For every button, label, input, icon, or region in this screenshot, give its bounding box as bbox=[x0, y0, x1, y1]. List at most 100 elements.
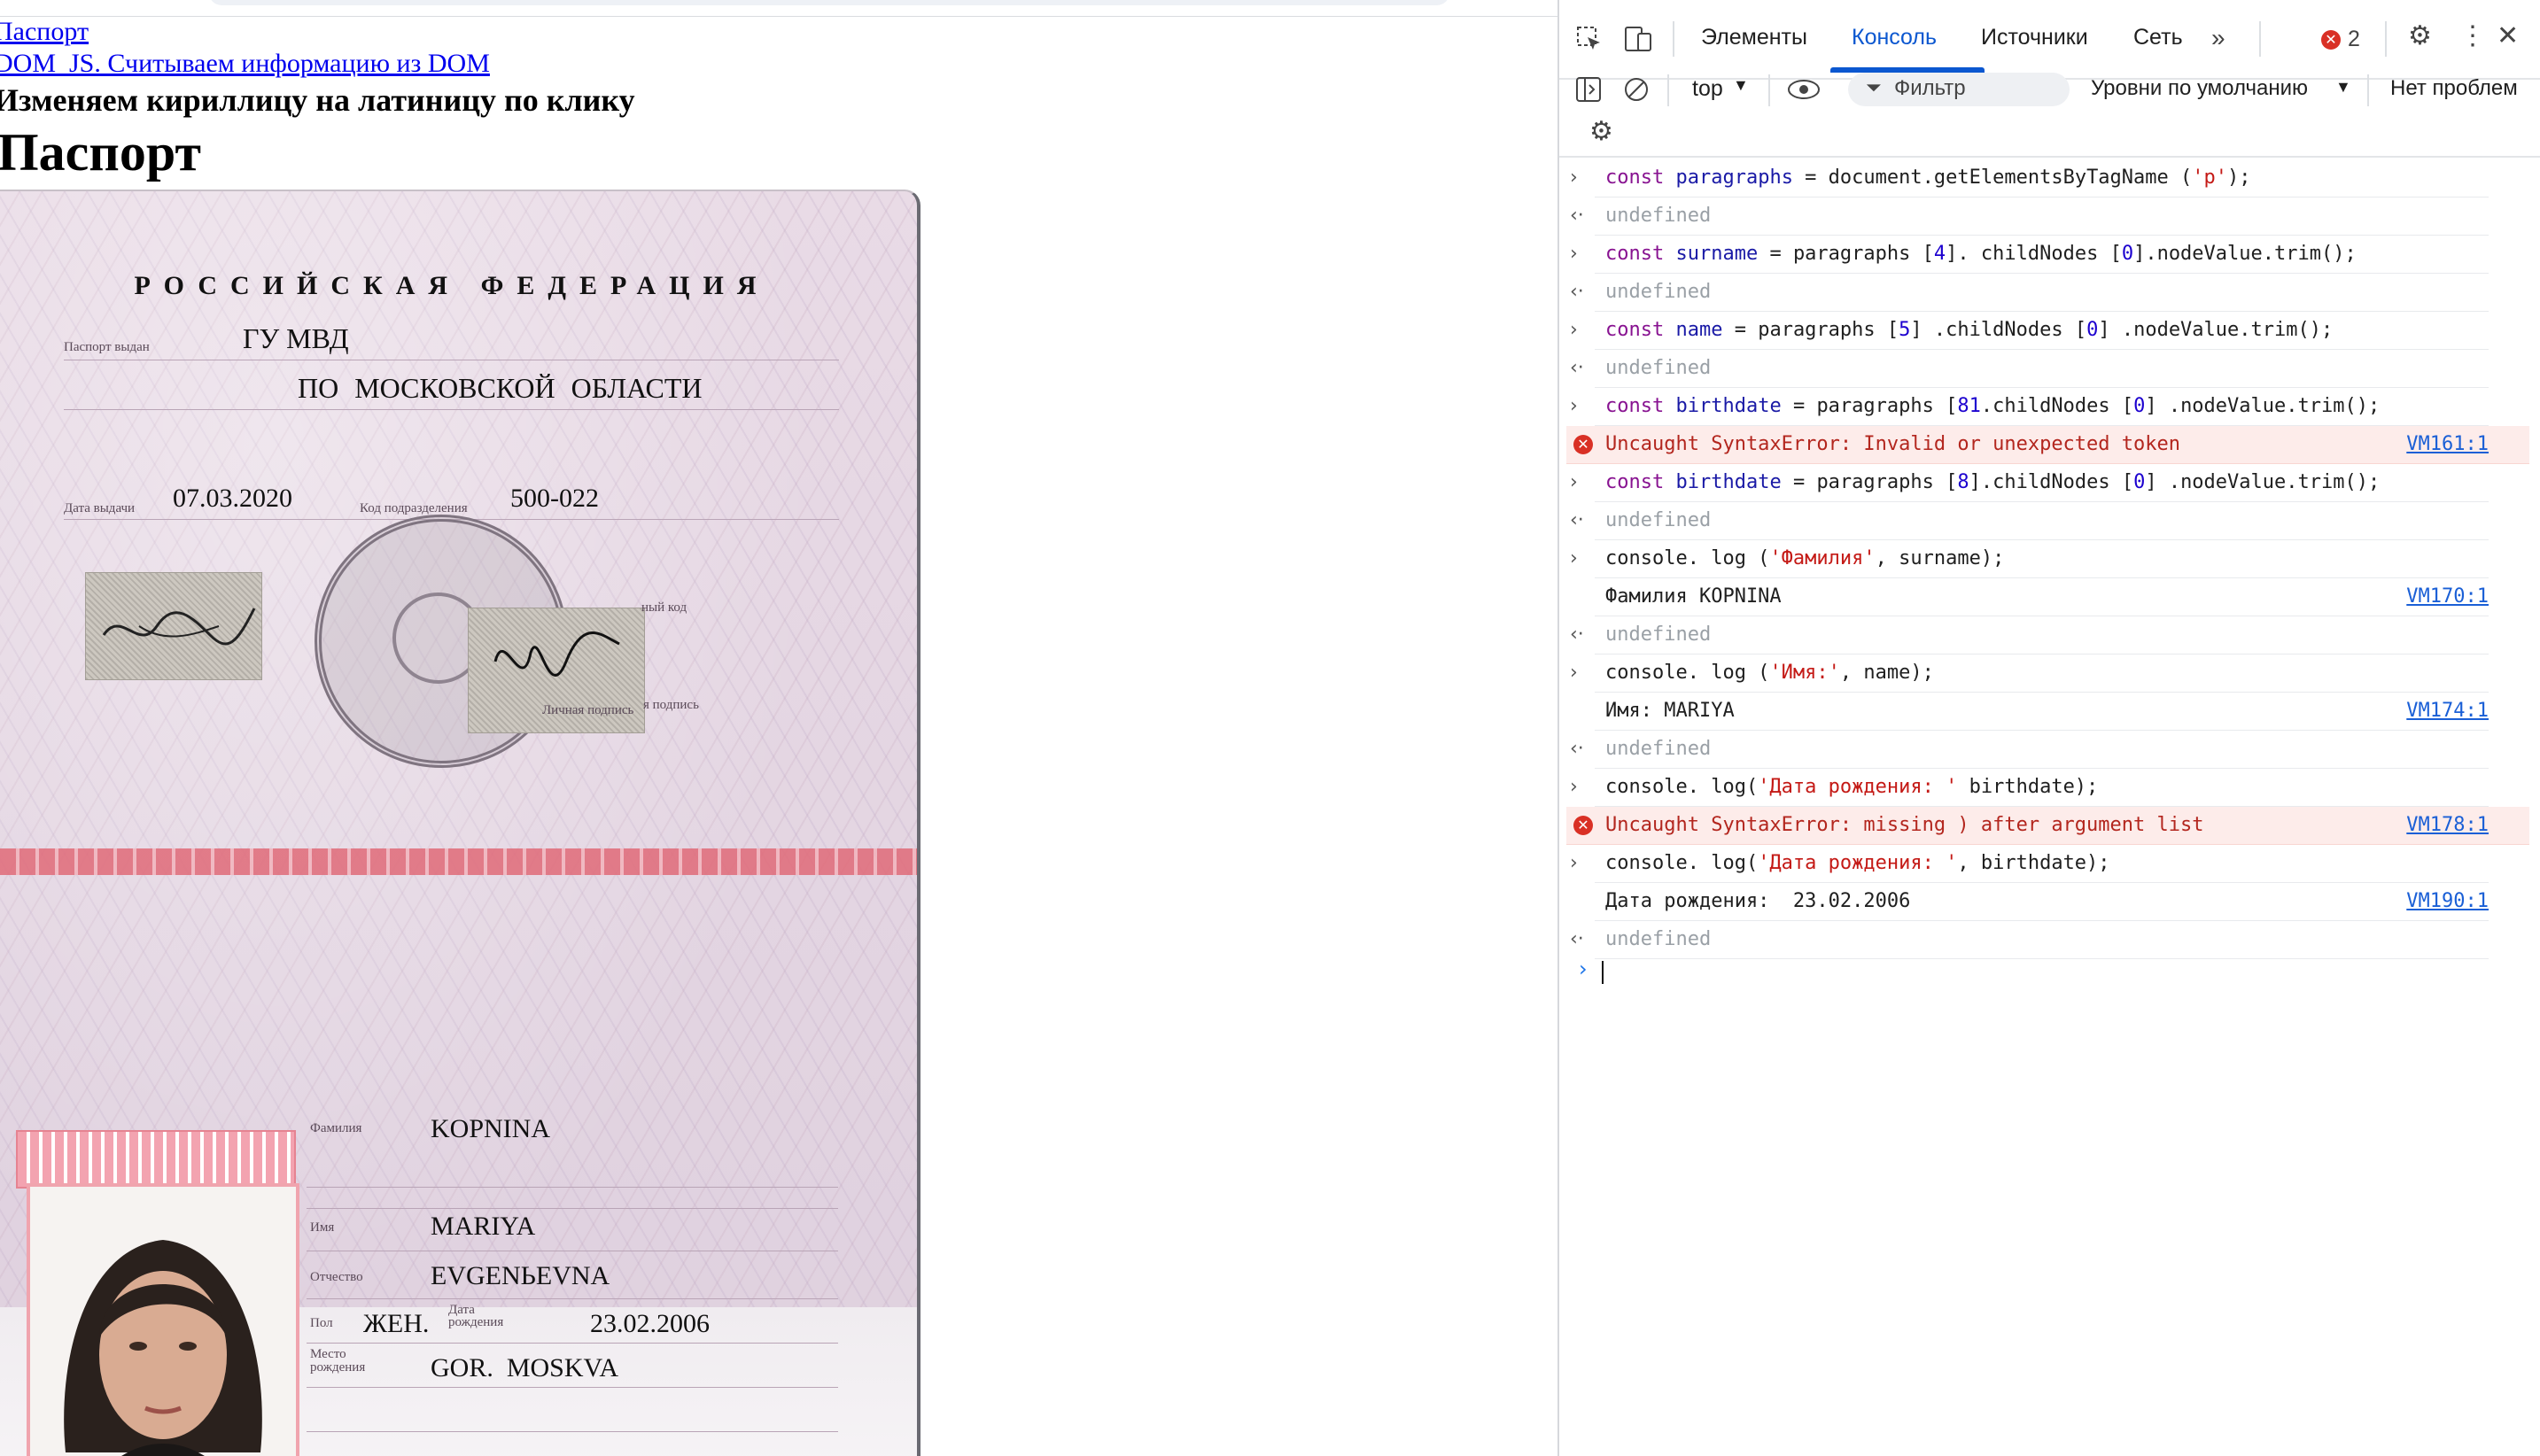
console-log-message: Дата рождения: 23.02.2006 bbox=[1605, 890, 1911, 912]
console-error-message: Uncaught SyntaxError: Invalid or unexpec… bbox=[1605, 433, 2181, 455]
birthplace-label: Место рождения bbox=[310, 1347, 366, 1375]
more-tabs-icon[interactable]: » bbox=[2211, 25, 2225, 51]
separator bbox=[2259, 21, 2261, 57]
console-output: › const paragraphs = document.getElements… bbox=[1559, 159, 2540, 959]
console-code: const paragraphs = document.getElementsB… bbox=[1605, 167, 2251, 189]
close-devtools-icon[interactable]: ✕ bbox=[2497, 23, 2519, 50]
link-passport[interactable]: Паспорт bbox=[0, 16, 1557, 48]
separator bbox=[2367, 74, 2369, 106]
console-error-row[interactable]: ✕ Uncaught SyntaxError: Invalid or unexpe… bbox=[1566, 426, 2529, 464]
console-code: console. log('Дата рождения: ', birthdat… bbox=[1605, 852, 2110, 874]
return-arrow-icon: ‹· bbox=[1570, 623, 1584, 646]
console-result: undefined bbox=[1605, 928, 1712, 950]
context-selector[interactable]: top bbox=[1692, 76, 1723, 102]
tab-console[interactable]: Консоль bbox=[1852, 25, 1937, 50]
console-input-row[interactable]: › const birthdate = paragraphs [8].childN… bbox=[1570, 464, 2489, 502]
chevron-down-icon[interactable]: ▼ bbox=[1733, 76, 1749, 95]
console-log-row: Фамилия KOPNINA VM170:1 bbox=[1595, 578, 2489, 616]
return-arrow-icon: ‹· bbox=[1570, 928, 1584, 950]
log-levels-dropdown[interactable]: Уровни по умолчанию bbox=[2091, 76, 2308, 101]
tab-network[interactable]: Сеть bbox=[2133, 25, 2183, 50]
toolbar-divider bbox=[1559, 156, 2540, 158]
passport-image: РОССИЙСКАЯ ФЕДЕРАЦИЯ Паспорт выдан ГУ МВ… bbox=[0, 190, 920, 1456]
error-icon[interactable]: ✕ bbox=[2321, 30, 2341, 50]
console-result: undefined bbox=[1605, 357, 1712, 379]
sex-label: Пол bbox=[310, 1316, 333, 1330]
console-log-message: Фамилия KOPNINA bbox=[1605, 585, 1782, 608]
chevron-right-icon: › bbox=[1570, 662, 1578, 684]
portrait-icon bbox=[30, 1187, 296, 1456]
tab-sources[interactable]: Источники bbox=[1981, 25, 2088, 50]
console-result-row: ‹· undefined bbox=[1570, 274, 2489, 312]
clear-console-icon[interactable] bbox=[1623, 76, 1651, 103]
kebab-menu-icon[interactable]: ⋮ bbox=[2459, 23, 2486, 50]
rule bbox=[307, 1343, 838, 1344]
birthdate-label: Дата рождения bbox=[448, 1303, 504, 1329]
console-code: const name = paragraphs [5] .childNodes … bbox=[1605, 319, 2334, 341]
source-link[interactable]: VM190:1 bbox=[2406, 890, 2489, 912]
chevron-right-icon: › bbox=[1570, 167, 1578, 189]
sidebar-toggle-icon[interactable] bbox=[1575, 76, 1604, 103]
link-dom-js[interactable]: DOM_JS. Считываем информацию из DOM bbox=[0, 48, 1557, 80]
name-value: MARIYA bbox=[431, 1212, 536, 1241]
chevron-right-icon: › bbox=[1570, 852, 1578, 874]
prompt-chevron-icon: › bbox=[1579, 956, 1588, 981]
console-input-row[interactable]: › const surname = paragraphs [4]. childNo… bbox=[1570, 236, 2489, 274]
console-input-row[interactable]: › console. log ('Фамилия', surname); bbox=[1570, 540, 2489, 578]
chevron-right-icon: › bbox=[1570, 395, 1578, 417]
tab-elements[interactable]: Элементы bbox=[1701, 25, 1807, 50]
console-input-row[interactable]: › const paragraphs = document.getElements… bbox=[1570, 159, 2489, 197]
address-bar[interactable] bbox=[209, 0, 1449, 5]
rule bbox=[64, 409, 839, 410]
chevron-down-icon[interactable]: ▼ bbox=[2335, 78, 2351, 97]
passport-fold-stripe bbox=[0, 848, 917, 875]
console-settings-gear-icon[interactable]: ⚙ bbox=[1589, 119, 1613, 145]
source-link[interactable]: VM178:1 bbox=[2406, 814, 2489, 836]
page-content: Паспорт DOM_JS. Считываем информацию из … bbox=[0, 16, 1557, 1456]
console-input-row[interactable]: › const name = paragraphs [5] .childNodes… bbox=[1570, 312, 2489, 350]
source-link[interactable]: VM174:1 bbox=[2406, 700, 2489, 722]
console-input-row[interactable]: › console. log('Дата рождения: ', birthda… bbox=[1570, 845, 2489, 883]
error-icon: ✕ bbox=[1573, 816, 1593, 835]
console-input-row[interactable]: › const birthdate = paragraphs [81.childN… bbox=[1570, 388, 2489, 426]
console-prompt[interactable]: › bbox=[1579, 956, 1604, 984]
return-arrow-icon: ‹· bbox=[1570, 205, 1584, 227]
chevron-right-icon: › bbox=[1570, 776, 1578, 798]
chevron-right-icon: › bbox=[1570, 243, 1578, 265]
console-input-row[interactable]: › console. log ('Имя:', name); bbox=[1570, 654, 2489, 693]
console-log-message: Имя: MARIYA bbox=[1605, 700, 1735, 722]
console-result: undefined bbox=[1605, 205, 1712, 227]
browser-top-strip bbox=[0, 0, 1557, 17]
console-log-row: Дата рождения: 23.02.2006 VM190:1 bbox=[1595, 883, 2489, 921]
source-link[interactable]: VM170:1 bbox=[2406, 585, 2489, 608]
text-cursor bbox=[1602, 960, 1604, 984]
return-arrow-icon: ‹· bbox=[1570, 738, 1584, 760]
console-result-row: ‹· undefined bbox=[1570, 921, 2489, 959]
settings-gear-icon[interactable]: ⚙ bbox=[2408, 23, 2432, 50]
dept-code: 500-022 bbox=[510, 484, 599, 513]
error-count[interactable]: 2 bbox=[2348, 27, 2360, 52]
console-input-row[interactable]: › console. log('Дата рождения: ' birthdat… bbox=[1570, 769, 2489, 807]
source-link[interactable]: VM161:1 bbox=[2406, 433, 2489, 455]
dept-code-label: Код подразделения bbox=[360, 501, 468, 515]
console-result: undefined bbox=[1605, 738, 1712, 760]
console-error-row[interactable]: ✕ Uncaught SyntaxError: missing ) after a… bbox=[1566, 807, 2529, 845]
rule bbox=[307, 1298, 838, 1299]
filter-input[interactable]: ⏷ Фильтр bbox=[1848, 73, 2070, 106]
owner-photo bbox=[27, 1183, 299, 1456]
console-code: const birthdate = paragraphs [81.childNo… bbox=[1605, 395, 2381, 417]
inspect-element-icon[interactable] bbox=[1575, 25, 1604, 53]
patronymic-label: Отчество bbox=[310, 1270, 363, 1284]
device-toolbar-icon[interactable] bbox=[1623, 25, 1653, 53]
page-title: Паспорт bbox=[0, 123, 201, 182]
console-error-message: Uncaught SyntaxError: missing ) after ar… bbox=[1605, 814, 2204, 836]
issues-counter[interactable]: Нет проблем bbox=[2390, 76, 2518, 101]
live-expression-eye-icon[interactable] bbox=[1786, 78, 1821, 101]
filter-funnel-icon: ⏷ bbox=[1866, 76, 1882, 98]
filter-placeholder: Фильтр bbox=[1894, 76, 1966, 100]
chevron-right-icon: › bbox=[1570, 471, 1578, 493]
separator bbox=[1673, 21, 1674, 57]
console-code: console. log('Дата рождения: ' birthdate… bbox=[1605, 776, 2099, 798]
devtools-panel: Элементы Консоль Источники Сеть » ✕ 2 ⚙ … bbox=[1557, 0, 2540, 1456]
chevron-right-icon: › bbox=[1570, 319, 1578, 341]
